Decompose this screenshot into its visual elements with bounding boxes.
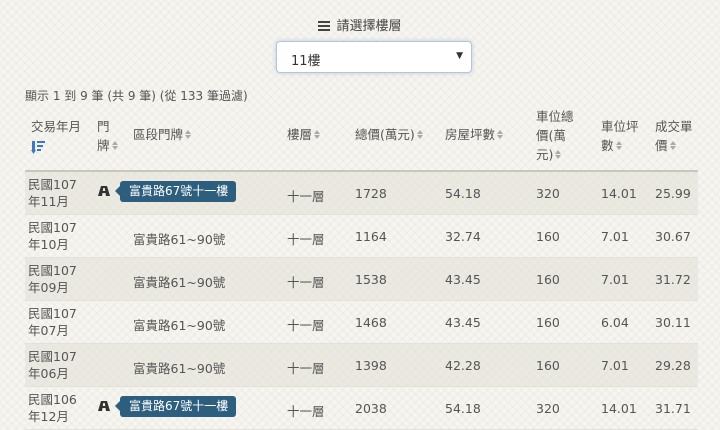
- parking-area-cell: 7.01: [601, 229, 629, 244]
- sort-icon: [555, 150, 562, 160]
- table-row[interactable]: 民國107 年10月 富貴路61~90號 十一層 1164 32.74 160 7…: [25, 215, 698, 258]
- parking-price-cell: 320: [536, 186, 560, 201]
- col-header-price[interactable]: 總價(萬元): [355, 125, 424, 144]
- sort-icon: [185, 130, 192, 140]
- price-cell: 1468: [355, 315, 387, 330]
- parking-area-cell: 6.04: [601, 315, 629, 330]
- transactions-table-body: 民國107 年11月 富貴路67號十一樓 十一層 1728 54.18 320 1…: [25, 172, 698, 430]
- unit-price-cell: 31.72: [655, 272, 691, 287]
- area-cell: 42.28: [445, 358, 481, 373]
- sort-desc-icon[interactable]: [31, 140, 45, 154]
- floor-cell: 十一層: [287, 275, 325, 290]
- area-cell: 43.45: [445, 272, 481, 287]
- floor-select-title: 請選擇樓層: [336, 19, 402, 34]
- unit-price-cell: 31.71: [655, 401, 691, 416]
- col-header-parking-area[interactable]: 車位坪 數: [601, 117, 639, 155]
- price-cell: 1538: [355, 272, 387, 287]
- area-cell: 54.18: [445, 186, 481, 201]
- parking-area-cell: 7.01: [601, 272, 629, 287]
- sort-icon: [669, 141, 677, 151]
- col-header-floor[interactable]: 樓層: [287, 125, 321, 144]
- unit-price-cell: 30.11: [655, 315, 691, 330]
- area-cell: 54.18: [445, 401, 481, 416]
- table-row[interactable]: 民國107 年06月 富貴路61~90號 十一層 1398 42.28 160 7…: [25, 344, 698, 387]
- sort-icon: [615, 141, 623, 151]
- list-icon: [318, 21, 331, 31]
- date-cell: 民國107 年11月: [28, 177, 77, 209]
- parking-price-cell: 160: [536, 272, 560, 287]
- col-header-plate[interactable]: 門 牌: [97, 117, 119, 155]
- table-row[interactable]: 民國107 年11月 富貴路67號十一樓 十一層 1728 54.18 320 1…: [25, 172, 698, 215]
- date-cell: 民國107 年07月: [28, 306, 77, 338]
- unit-price-cell: 25.99: [655, 186, 691, 201]
- sort-icon: [111, 141, 119, 151]
- table-info: 顯示 1 到 9 筆 (共 9 筆) (從 133 筆過濾): [25, 89, 248, 103]
- price-cell: 1398: [355, 358, 387, 373]
- address-cell: 富貴路61~90號: [133, 232, 226, 247]
- parking-area-cell: 14.01: [601, 186, 637, 201]
- unit-price-cell: 29.28: [655, 358, 691, 373]
- floor-select-header: 請選擇樓層: [0, 15, 720, 34]
- address-badge[interactable]: 富貴路67號十一樓: [114, 181, 237, 202]
- date-cell: 民國107 年10月: [28, 220, 77, 252]
- price-cell: 2038: [355, 401, 387, 416]
- address-cell: 富貴路61~90號: [133, 361, 226, 376]
- car-icon: [98, 401, 110, 411]
- date-cell: 民國106 年12月: [28, 392, 77, 424]
- parking-area-cell: 7.01: [601, 358, 629, 373]
- price-cell: 1728: [355, 186, 387, 201]
- floor-cell: 十一層: [287, 318, 325, 333]
- area-cell: 43.45: [445, 315, 481, 330]
- sort-icon: [497, 130, 504, 140]
- floor-cell: 十一層: [287, 189, 325, 204]
- price-cell: 1164: [355, 229, 387, 244]
- sort-icon: [314, 130, 321, 140]
- col-header-area[interactable]: 房屋坪數: [445, 125, 504, 144]
- col-header-unit-price[interactable]: 成交單 價: [655, 117, 693, 155]
- parking-price-cell: 160: [536, 358, 560, 373]
- parking-price-cell: 160: [536, 315, 560, 330]
- table-row[interactable]: 民國106 年12月 富貴路67號十一樓 十一層 2038 54.18 320 1…: [25, 387, 698, 430]
- unit-price-cell: 30.67: [655, 229, 691, 244]
- area-cell: 32.74: [445, 229, 481, 244]
- car-icon: [98, 186, 110, 196]
- address-cell: 富貴路61~90號: [133, 275, 226, 290]
- table-header: 交易年月 門 牌 區段門牌 樓層 總價(萬元) 房屋坪數 車位總 價(萬 元) …: [25, 105, 698, 170]
- address-badge[interactable]: 富貴路67號十一樓: [114, 396, 237, 417]
- date-cell: 民國107 年06月: [28, 349, 77, 381]
- date-cell: 民國107 年09月: [28, 263, 77, 295]
- floor-cell: 十一層: [287, 361, 325, 376]
- chevron-down-icon: ▼: [456, 51, 463, 61]
- col-header-parking-price[interactable]: 車位總 價(萬 元): [536, 107, 574, 164]
- table-row[interactable]: 民國107 年09月 富貴路61~90號 十一層 1538 43.45 160 7…: [25, 258, 698, 301]
- parking-area-cell: 14.01: [601, 401, 637, 416]
- sort-icon: [416, 130, 424, 140]
- floor-cell: 十一層: [287, 232, 325, 247]
- floor-cell: 十一層: [287, 404, 325, 419]
- parking-price-cell: 320: [536, 401, 560, 416]
- floor-select[interactable]: 11樓 ▼: [276, 41, 472, 73]
- col-header-date[interactable]: 交易年月: [31, 117, 81, 136]
- address-cell: 富貴路61~90號: [133, 318, 226, 333]
- floor-select-value: 11樓: [291, 54, 321, 69]
- parking-price-cell: 160: [536, 229, 560, 244]
- col-header-address[interactable]: 區段門牌: [133, 125, 192, 144]
- table-row[interactable]: 民國107 年07月 富貴路61~90號 十一層 1468 43.45 160 6…: [25, 301, 698, 344]
